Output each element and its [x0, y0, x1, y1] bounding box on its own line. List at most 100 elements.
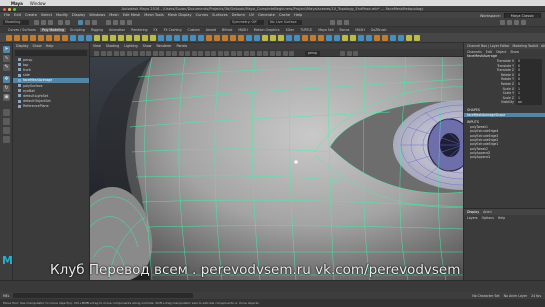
channel-box-tab[interactable]: Modeling Toolkit	[512, 44, 538, 48]
viewport-menu-view[interactable]: View	[93, 44, 101, 48]
attribute-editor-icon[interactable]	[507, 20, 512, 25]
fps-dropdown[interactable]: 24 fps	[531, 294, 541, 298]
viewport-tool-icon[interactable]	[289, 50, 294, 56]
camera-dropdown[interactable]: persp	[305, 50, 320, 56]
shape-node[interactable]: faceMeshAverageShape	[464, 112, 545, 118]
menu-item-surfaces[interactable]: Surfaces	[212, 13, 228, 17]
viewport-tool-icon[interactable]	[217, 50, 223, 56]
viewport-menu-renderer[interactable]: Renderer	[156, 44, 171, 48]
menu-item-mesh-display[interactable]: Mesh Display	[168, 13, 192, 17]
channel-box-menu-channels[interactable]: Channels	[467, 50, 482, 54]
viewport-tool-icon[interactable]	[282, 50, 288, 56]
open-scene-icon[interactable]	[41, 20, 46, 25]
shelf-tab-turtle[interactable]: TURTLE	[298, 28, 314, 32]
lasso-tool-icon[interactable]: ∿	[3, 55, 10, 62]
new-scene-icon[interactable]	[34, 20, 39, 25]
viewport-panel[interactable]: View Shading Lighting Show Renderer Panels pe…	[90, 43, 463, 280]
shelf-tab-fx[interactable]: FX	[152, 28, 160, 32]
shelf-tool-icon[interactable]	[326, 35, 332, 41]
input-node[interactable]: polyAppend1	[464, 155, 545, 159]
shelf-tool-icon[interactable]	[150, 35, 156, 41]
shelf-tool-icon[interactable]	[406, 35, 412, 41]
viewport-scene[interactable]	[90, 57, 463, 280]
shelf-tool-icon[interactable]	[166, 35, 172, 41]
viewport-tool-icon[interactable]	[185, 50, 190, 56]
viewport-tool-icon[interactable]	[126, 50, 132, 56]
viewport-tool-icon[interactable]	[237, 50, 242, 56]
shelf-tab-bonus[interactable]: Bonus	[338, 28, 352, 32]
shelf-tool-icon[interactable]	[230, 35, 236, 41]
snap-curve-icon[interactable]	[113, 20, 118, 25]
viewport-tool-icon[interactable]	[100, 50, 106, 56]
shelf-tool-icon[interactable]	[46, 35, 52, 41]
shelf-tool-icon[interactable]	[190, 35, 196, 41]
viewport-tool-icon[interactable]	[133, 50, 138, 56]
shelf-tab-gozbrush[interactable]: GoZBrush	[369, 28, 389, 32]
shelf-tool-icon[interactable]	[278, 35, 284, 41]
shelf-tool-icon[interactable]	[30, 35, 36, 41]
scale-tool-icon[interactable]: ▣	[3, 94, 10, 101]
snap-point-icon[interactable]	[120, 20, 125, 25]
menu-set-dropdown[interactable]: Modeling	[3, 20, 29, 25]
shelf-tool-icon[interactable]	[86, 35, 92, 41]
attribute-value-field[interactable]: on	[516, 100, 542, 105]
outliner-menu-show[interactable]: Show	[33, 44, 42, 48]
shelf-tool-icon[interactable]	[134, 35, 140, 41]
shelf-tool-icon[interactable]	[70, 35, 76, 41]
shelf-tool-icon[interactable]	[318, 35, 324, 41]
shelf-tool-icon[interactable]	[382, 35, 388, 41]
render-frame-icon[interactable]	[330, 20, 335, 25]
viewport-tool-icon[interactable]	[224, 50, 229, 56]
menu-item-create[interactable]: Create	[25, 13, 37, 17]
viewport-tool-icon[interactable]	[146, 50, 151, 56]
outliner-item[interactable]: ReferencePlane	[13, 104, 89, 109]
shelf-tool-icon[interactable]	[350, 35, 356, 41]
viewport-tool-icon[interactable]	[139, 50, 145, 56]
menu-item-select[interactable]: Select	[41, 13, 52, 17]
menu-item-mesh-tools[interactable]: Mesh Tools	[144, 13, 163, 17]
single-pane-layout-icon[interactable]	[3, 109, 10, 116]
shelf-tab-curves-surfaces[interactable]: Curves / Surfaces	[6, 28, 38, 32]
paint-select-tool-icon[interactable]: ✎	[3, 64, 10, 71]
channel-box-menu-show[interactable]: Show	[510, 50, 519, 54]
layer-menu-layers[interactable]: Layers	[467, 216, 478, 220]
select-object-icon[interactable]	[85, 20, 90, 25]
select-component-icon[interactable]	[92, 20, 97, 25]
shelf-tool-icon[interactable]	[270, 35, 276, 41]
outliner-menu-display[interactable]: Display	[16, 44, 29, 48]
shelf-tool-icon[interactable]	[110, 35, 116, 41]
shelf-tool-icon[interactable]	[38, 35, 44, 41]
four-pane-layout-icon[interactable]	[3, 118, 10, 125]
app-name[interactable]: Maya	[11, 1, 23, 6]
shelf-tab-rendering[interactable]: Rendering	[129, 28, 149, 32]
channel-box-tab[interactable]: Channel Box / Layer Editor	[467, 44, 509, 48]
move-tool-icon[interactable]: ✥	[3, 76, 10, 83]
symmetry-dropdown[interactable]: Symmetry: Off	[230, 20, 264, 25]
anim-layer-dropdown[interactable]: No Anim Layer	[504, 294, 527, 298]
menu-item-uv[interactable]: UV	[249, 13, 254, 17]
shelf-tab-maya-sell[interactable]: Maya Sell	[316, 28, 335, 32]
shelf-tool-icon[interactable]	[302, 35, 308, 41]
shelf-tab-mash[interactable]: MASH	[353, 28, 366, 32]
render-settings-icon[interactable]	[344, 20, 349, 25]
channel-box-menu-object[interactable]: Object	[496, 50, 506, 54]
shelf-tool-icon[interactable]	[334, 35, 340, 41]
viewport-tool-icon[interactable]	[94, 50, 99, 56]
viewport-tool-icon[interactable]	[204, 50, 210, 56]
shelf-tool-icon[interactable]	[358, 35, 364, 41]
outliner-menu-help[interactable]: Help	[46, 44, 54, 48]
shelf-tool-icon[interactable]	[214, 35, 220, 41]
shelf-tool-icon[interactable]	[198, 35, 204, 41]
shelf-tab-custom[interactable]: Custom	[185, 28, 201, 32]
shelf-tool-icon[interactable]	[14, 35, 20, 41]
shelf-tool-icon[interactable]	[246, 35, 252, 41]
viewport-tool-icon[interactable]	[250, 50, 255, 56]
rotate-tool-icon[interactable]: ↻	[3, 85, 10, 92]
select-tool-icon[interactable]: ➤	[3, 46, 10, 53]
viewport-tool-icon[interactable]	[269, 50, 275, 56]
menu-item-mesh[interactable]: Mesh	[109, 13, 118, 17]
shelf-tool-icon[interactable]	[22, 35, 28, 41]
shelf-tool-icon[interactable]	[222, 35, 228, 41]
viewport-tool-icon[interactable]	[346, 50, 352, 56]
shelf-tool-icon[interactable]	[390, 35, 396, 41]
